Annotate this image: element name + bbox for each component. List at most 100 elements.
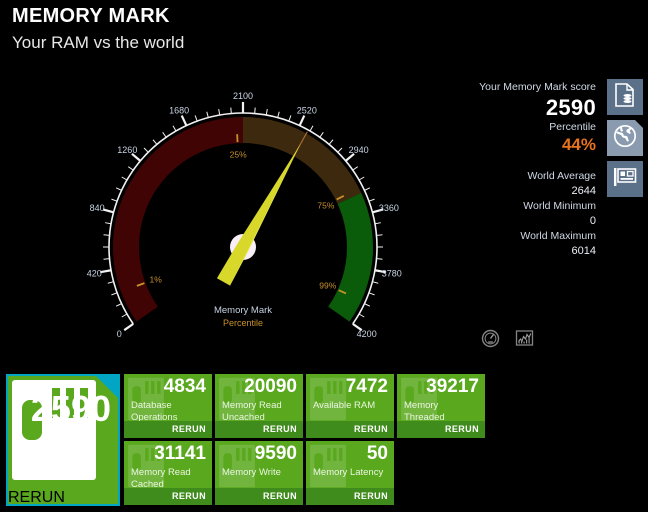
tile-value: 4834 — [163, 376, 206, 397]
rerun-button[interactable]: RERUN — [397, 421, 485, 438]
gauge-minor-tick — [374, 222, 381, 225]
gauge-minor-tick — [206, 111, 209, 118]
tile-value: 2590 — [30, 388, 111, 429]
gauge-minor-tick — [372, 281, 379, 284]
tile-name: Memory Latency — [313, 467, 384, 478]
chart-icon[interactable] — [515, 329, 534, 348]
ram-watermark-icon — [310, 444, 346, 488]
gauge-needle — [216, 143, 301, 286]
gauge-minor-tick — [376, 258, 383, 260]
gauge-tick-label: 2520 — [297, 105, 317, 115]
gauge-minor-tick — [121, 176, 128, 181]
page-header: MEMORY MARK Your RAM vs the world — [12, 4, 184, 55]
gauge-minor-tick — [254, 107, 256, 114]
gauge-tick-label: 1680 — [169, 105, 189, 115]
gauge-percentile-label: 25% — [230, 150, 247, 160]
gauge-minor-tick — [309, 125, 314, 132]
gauge-svg: 0 420 840 1260 1680 2100 2520 2940 3360 3780 4200 1… — [87, 91, 402, 339]
memory-mark-page: MEMORY MARK Your RAM vs the world 0 420 84… — [0, 0, 648, 512]
gauge-major-tick — [298, 115, 306, 127]
gauge-percentile-label: 1% — [150, 274, 163, 284]
tile-memory-write[interactable]: 9590 Memory Write RERUN — [215, 441, 303, 505]
gauge-tick-label: 1260 — [117, 145, 137, 155]
gauge-minor-tick — [376, 234, 383, 236]
rerun-button[interactable]: RERUN — [215, 421, 303, 438]
rerun-button[interactable]: RERUN — [8, 489, 118, 504]
score-label: Your Memory Mark score — [479, 81, 596, 93]
tile-name: Memory Mark — [15, 466, 96, 480]
rerun-button[interactable]: RERUN — [124, 421, 212, 438]
gauge-minor-tick — [115, 187, 122, 191]
gauge-tick-label: 2100 — [233, 91, 253, 101]
gauge-minor-tick — [103, 258, 110, 260]
gauge-minor-tick — [107, 281, 114, 284]
world-comparison-button[interactable] — [607, 120, 643, 156]
tile-available-ram[interactable]: 7472 Available RAM RERUN — [306, 374, 394, 438]
tile-memory-mark[interactable]: 2590 Memory Mark RERUN — [6, 374, 120, 506]
memory-mark-gauge: 0 420 840 1260 1680 2100 2520 2940 3360 3780 4200 1… — [60, 62, 460, 362]
gauge-minor-tick — [111, 198, 118, 202]
tile-database-operations[interactable]: 4834 Database Operations RERUN — [124, 374, 212, 438]
side-button-bar — [607, 79, 643, 197]
rerun-button[interactable]: RERUN — [306, 488, 394, 505]
gauge-minor-tick — [218, 109, 221, 116]
ram-watermark-icon — [310, 377, 346, 421]
gauge-minor-tick — [162, 132, 167, 138]
benchmark-tiles: 2590 Memory Mark RERUN 4834 Database Oper… — [6, 374, 642, 508]
gauge-minor-tick — [230, 107, 232, 114]
gauge-minor-tick — [265, 109, 268, 116]
gauge-minor-tick — [358, 313, 365, 318]
globe-icon — [613, 124, 637, 153]
tile-value: 31141 — [154, 443, 206, 464]
gauge-minor-tick — [364, 187, 371, 191]
gauge-minor-tick — [143, 147, 149, 153]
gauge-minor-tick — [328, 139, 334, 145]
gauge-minor-tick — [319, 132, 324, 138]
gauge-tick-label: 0 — [117, 329, 122, 339]
gauge-minor-tick — [358, 176, 365, 181]
world-average-value: 2644 — [571, 185, 596, 197]
gauge-minor-tick — [111, 292, 118, 296]
gauge-minor-tick — [288, 115, 292, 122]
rerun-button[interactable]: RERUN — [124, 488, 212, 505]
gauge-legend-subtitle: Percentile — [223, 318, 263, 328]
rerun-button[interactable]: RERUN — [306, 421, 394, 438]
gauge-tick-label: 2940 — [349, 145, 369, 155]
tile-memory-latency[interactable]: 50 Memory Latency RERUN — [306, 441, 394, 505]
gauge-major-tick — [100, 269, 112, 274]
world-average-label: World Average — [527, 170, 597, 182]
stats-panel: Your Memory Mark score 2590 Percentile 4… — [456, 80, 596, 259]
tile-memory-read-cached[interactable]: 31141 Memory Read Cached RERUN — [124, 441, 212, 505]
ram-watermark-icon — [219, 444, 255, 488]
tile-memory-read-uncached[interactable]: 20090 Memory Read Uncached RERUN — [215, 374, 303, 438]
gauge-tick-label: 3780 — [382, 268, 402, 278]
world-maximum-value: 6014 — [571, 245, 596, 257]
gauge-icon[interactable] — [481, 329, 500, 348]
hardware-details-button[interactable] — [607, 161, 643, 197]
gauge-major-tick — [180, 115, 188, 127]
gauge-minor-tick — [128, 166, 134, 171]
tile-value: 20090 — [244, 376, 297, 397]
gauge-major-tick — [123, 322, 134, 332]
gauge-tick-label: 840 — [90, 203, 105, 213]
gauge-minor-tick — [364, 303, 371, 307]
gauge-minor-tick — [152, 139, 158, 145]
page-subtitle: Your RAM vs the world — [12, 33, 185, 52]
baseline-button[interactable] — [607, 79, 643, 115]
tile-name: Memory Write — [222, 467, 281, 478]
document-database-icon — [614, 82, 636, 112]
gauge-view-toggles — [481, 329, 534, 348]
gauge-tick-label: 420 — [87, 268, 102, 278]
gauge-minor-tick — [103, 234, 110, 236]
gauge-minor-tick — [115, 303, 122, 307]
page-title: MEMORY MARK — [12, 5, 170, 27]
world-maximum-label: World Maximum — [520, 230, 596, 242]
tile-value: 7472 — [345, 376, 388, 397]
gauge-legend-title: Memory Mark — [214, 305, 272, 316]
gauge-minor-tick — [105, 222, 112, 225]
gauge-percentile-label: 99% — [319, 281, 336, 291]
gauge-needle-highlight — [230, 143, 301, 286]
tile-memory-threaded[interactable]: 39217 Memory Threaded RERUN — [397, 374, 485, 438]
rerun-button[interactable]: RERUN — [215, 488, 303, 505]
tile-value: 39217 — [426, 376, 479, 397]
